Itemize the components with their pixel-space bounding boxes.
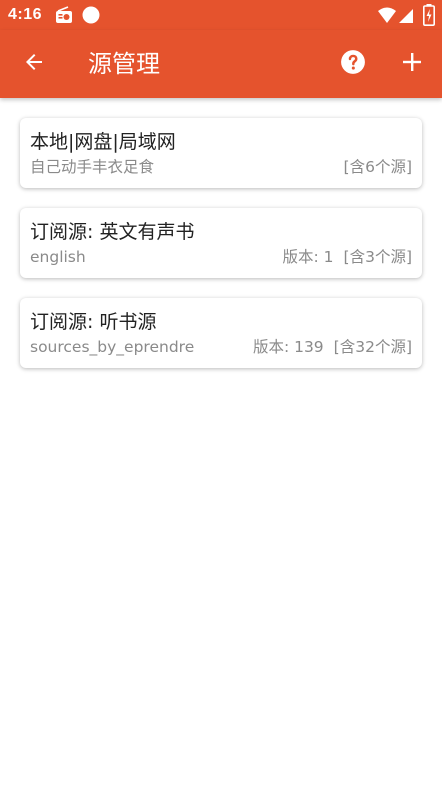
source-card[interactable]: 订阅源: 英文有声书 english 版本: 1 [含3个源] <box>20 208 422 278</box>
source-card[interactable]: 订阅源: 听书源 sources_by_eprendre 版本: 139 [含3… <box>20 298 422 368</box>
screen: 4:16 源管理 本地|网盘|局域网 自己动手丰衣足食 [含6个源] 订阅源: … <box>0 0 442 785</box>
signal-icon <box>398 6 414 28</box>
source-version: 版本: 1 <box>282 248 334 266</box>
status-time: 4:16 <box>8 6 43 23</box>
source-subtitle: sources_by_eprendre <box>30 338 195 356</box>
source-subtitle: english <box>30 248 86 266</box>
battery-charging-icon <box>423 4 435 30</box>
source-meta: 版本: 139 [含32个源] <box>253 336 412 358</box>
source-title: 订阅源: 听书源 <box>30 311 157 333</box>
status-bar: 4:16 <box>0 0 442 30</box>
source-title: 本地|网盘|局域网 <box>30 131 176 153</box>
wifi-icon <box>378 6 396 28</box>
radio-icon <box>55 6 73 28</box>
source-meta: [含6个源] <box>344 156 412 178</box>
source-subtitle: 自己动手丰衣足食 <box>30 158 155 176</box>
source-card[interactable]: 本地|网盘|局域网 自己动手丰衣足食 [含6个源] <box>20 118 422 188</box>
help-button[interactable] <box>333 44 373 84</box>
source-version: 版本: 139 <box>252 338 324 356</box>
source-count: [含6个源] <box>343 158 412 176</box>
source-count: [含3个源] <box>343 248 412 266</box>
arrow-back-icon <box>22 50 46 78</box>
circle-icon <box>82 6 100 28</box>
help-circle-icon <box>340 49 366 79</box>
page-title: 源管理 <box>88 50 160 78</box>
add-button[interactable] <box>392 44 432 84</box>
app-bar: 源管理 <box>0 30 442 98</box>
back-button[interactable] <box>14 44 54 84</box>
source-title: 订阅源: 英文有声书 <box>30 221 195 243</box>
plus-icon <box>401 51 423 77</box>
source-meta: 版本: 1 [含3个源] <box>283 246 412 268</box>
source-count: [含32个源] <box>333 338 412 356</box>
